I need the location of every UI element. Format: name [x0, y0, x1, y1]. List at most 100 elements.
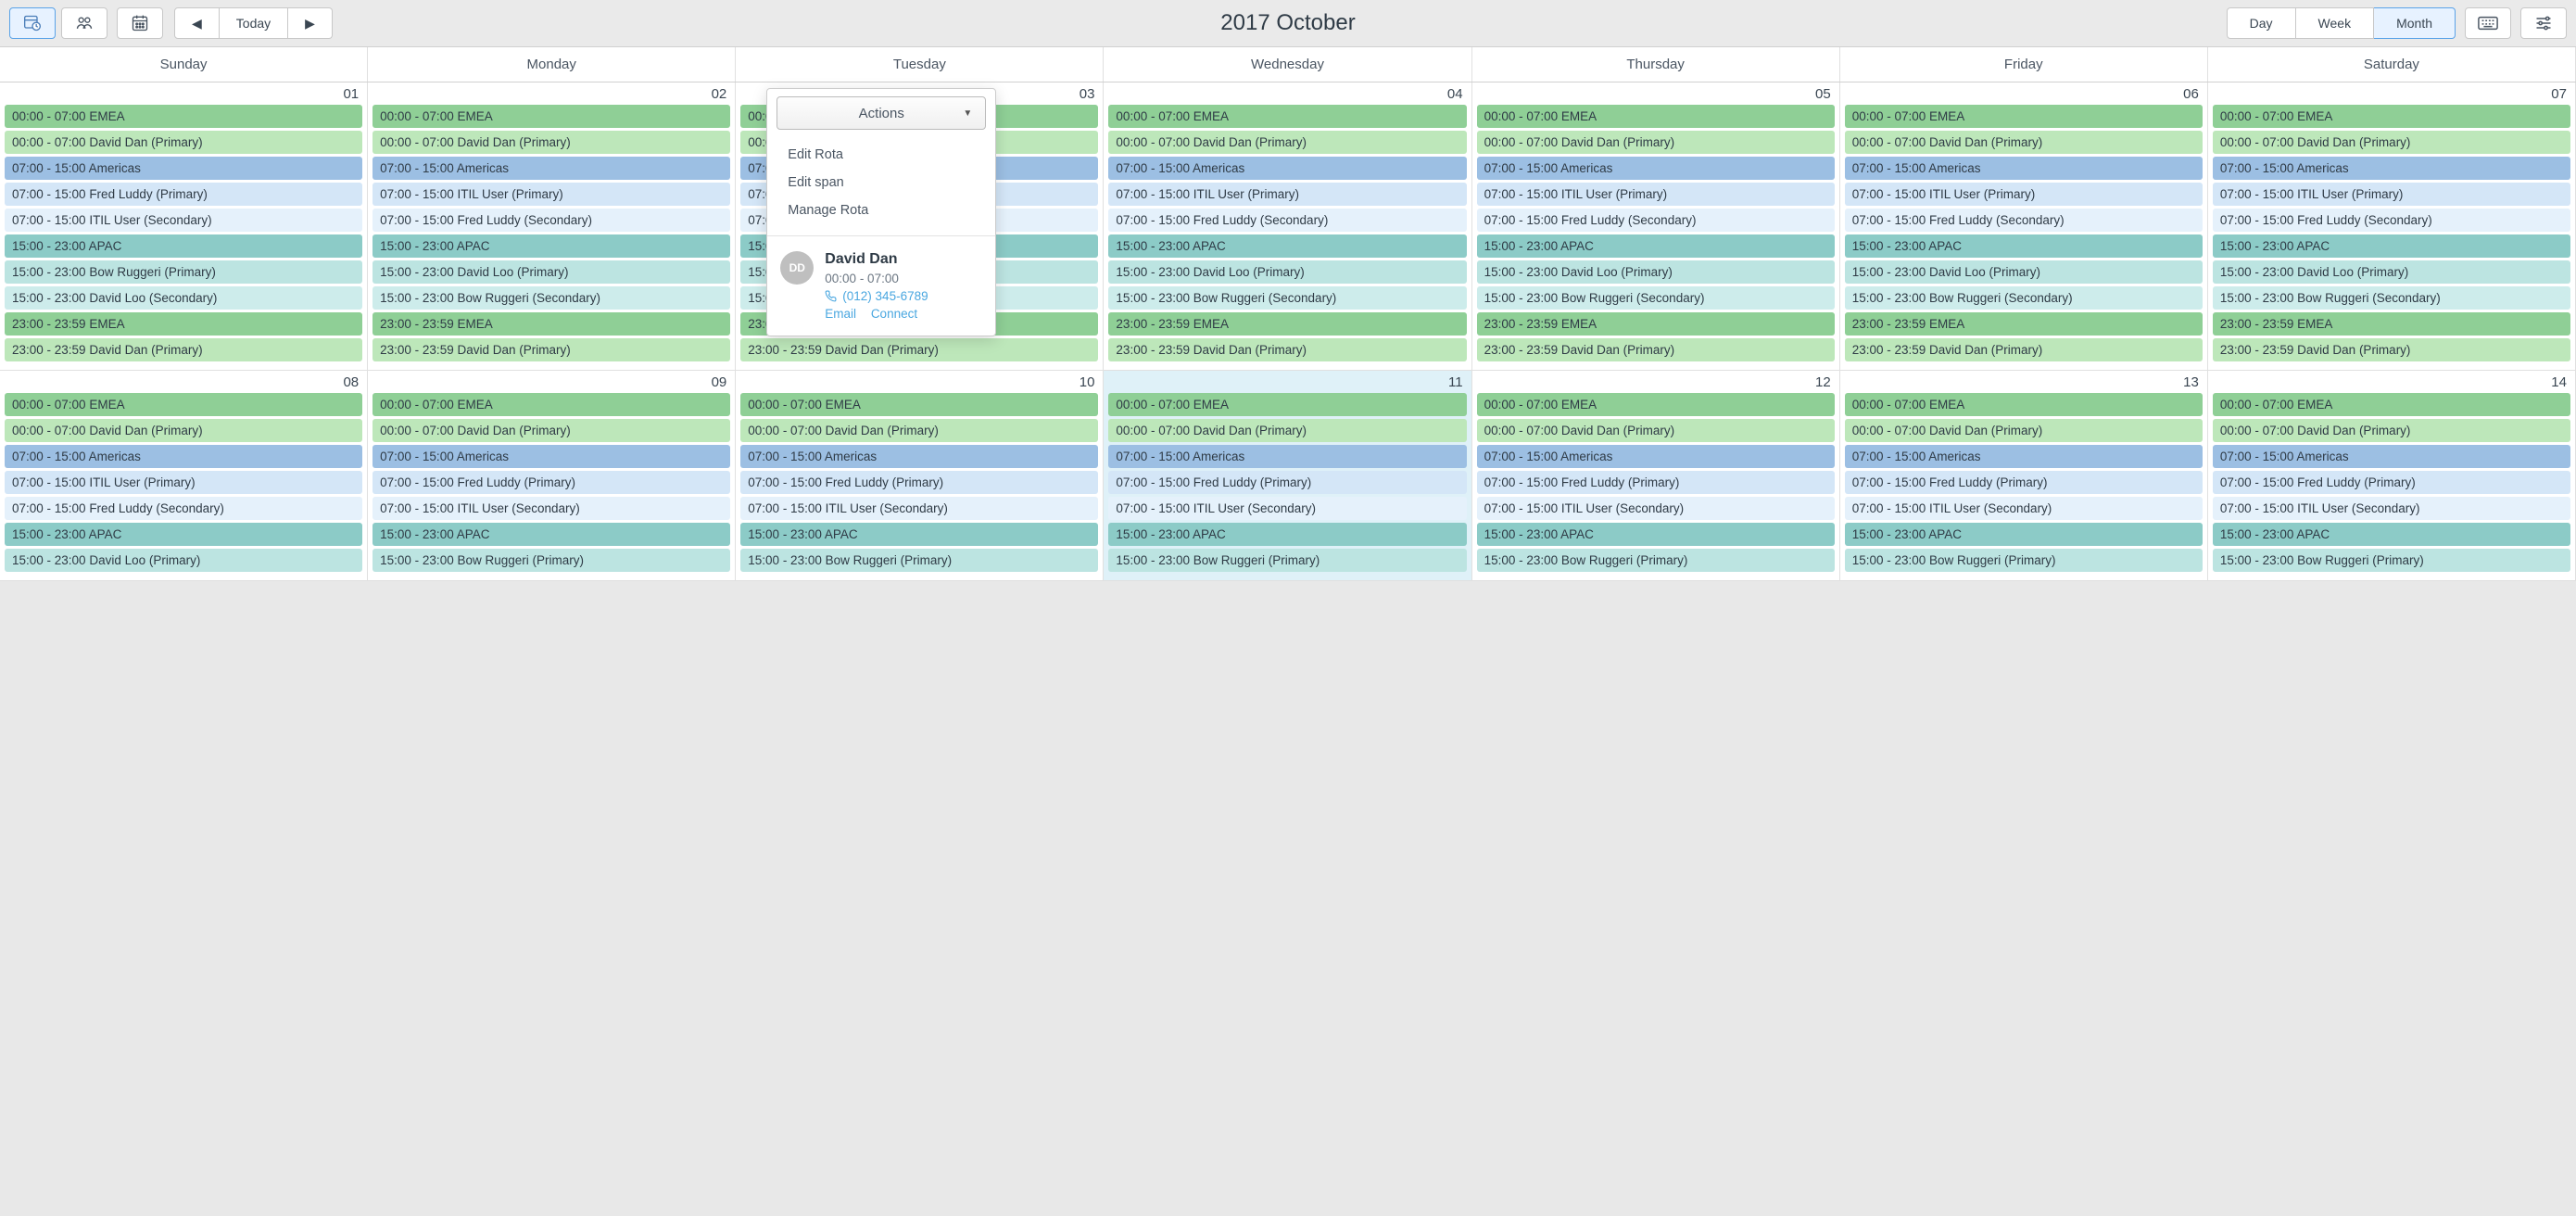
- calendar-event[interactable]: 07:00 - 15:00 Americas: [2213, 157, 2570, 180]
- calendar-event[interactable]: 00:00 - 07:00 EMEA: [1108, 105, 1466, 128]
- calendar-event[interactable]: 15:00 - 23:00 Bow Ruggeri (Primary): [1845, 549, 2203, 572]
- calendar-event[interactable]: 07:00 - 15:00 ITIL User (Secondary): [2213, 497, 2570, 520]
- view-week-button[interactable]: Week: [2296, 7, 2375, 39]
- calendar-event[interactable]: 07:00 - 15:00 Fred Luddy (Secondary): [5, 497, 362, 520]
- calendar-event[interactable]: 00:00 - 07:00 David Dan (Primary): [1477, 419, 1835, 442]
- calendar-event[interactable]: 07:00 - 15:00 Fred Luddy (Primary): [740, 471, 1098, 494]
- calendar-event[interactable]: 15:00 - 23:00 Bow Ruggeri (Secondary): [373, 286, 730, 310]
- calendar-event[interactable]: 15:00 - 23:00 Bow Ruggeri (Primary): [1108, 549, 1466, 572]
- calendar-event[interactable]: 07:00 - 15:00 Americas: [1845, 445, 2203, 468]
- calendar-event[interactable]: 15:00 - 23:00 APAC: [2213, 234, 2570, 258]
- calendar-event[interactable]: 15:00 - 23:00 Bow Ruggeri (Secondary): [1845, 286, 2203, 310]
- calendar-event[interactable]: 15:00 - 23:00 Bow Ruggeri (Primary): [5, 260, 362, 284]
- calendar-event[interactable]: 15:00 - 23:00 APAC: [1477, 234, 1835, 258]
- calendar-event[interactable]: 15:00 - 23:00 APAC: [5, 234, 362, 258]
- calendar-event[interactable]: 00:00 - 07:00 EMEA: [1477, 105, 1835, 128]
- calendar-event[interactable]: 07:00 - 15:00 Fred Luddy (Primary): [5, 183, 362, 206]
- calendar-event[interactable]: 15:00 - 23:00 APAC: [1108, 234, 1466, 258]
- calendar-event[interactable]: 07:00 - 15:00 ITIL User (Secondary): [1477, 497, 1835, 520]
- calendar-event[interactable]: 00:00 - 07:00 EMEA: [5, 393, 362, 416]
- actions-dropdown-button[interactable]: Actions ▼: [777, 96, 986, 130]
- calendar-event[interactable]: 15:00 - 23:00 APAC: [1108, 523, 1466, 546]
- calendar-event[interactable]: 07:00 - 15:00 Americas: [1477, 157, 1835, 180]
- calendar-event[interactable]: 15:00 - 23:00 David Loo (Primary): [1477, 260, 1835, 284]
- calendar-event[interactable]: 07:00 - 15:00 Fred Luddy (Secondary): [373, 209, 730, 232]
- calendar-event[interactable]: 00:00 - 07:00 David Dan (Primary): [5, 419, 362, 442]
- calendar-event[interactable]: 23:00 - 23:59 EMEA: [1108, 312, 1466, 336]
- menu-item-edit-rota[interactable]: Edit Rota: [767, 141, 995, 169]
- view-month-button[interactable]: Month: [2374, 7, 2456, 39]
- day-cell[interactable]: 1000:00 - 07:00 EMEA00:00 - 07:00 David …: [736, 371, 1104, 581]
- calendar-event[interactable]: 15:00 - 23:00 APAC: [5, 523, 362, 546]
- settings-sliders-icon-button[interactable]: [2520, 7, 2567, 39]
- calendar-event[interactable]: 23:00 - 23:59 David Dan (Primary): [2213, 338, 2570, 361]
- calendar-event[interactable]: 15:00 - 23:00 David Loo (Primary): [1845, 260, 2203, 284]
- day-cell[interactable]: 1300:00 - 07:00 EMEA00:00 - 07:00 David …: [1840, 371, 2208, 581]
- calendar-event[interactable]: 07:00 - 15:00 Americas: [1108, 445, 1466, 468]
- calendar-event[interactable]: 15:00 - 23:00 David Loo (Primary): [373, 260, 730, 284]
- calendar-event[interactable]: 07:00 - 15:00 Americas: [373, 445, 730, 468]
- calendar-event[interactable]: 00:00 - 07:00 David Dan (Primary): [1477, 131, 1835, 154]
- calendar-event[interactable]: 07:00 - 15:00 ITIL User (Secondary): [740, 497, 1098, 520]
- keyboard-icon-button[interactable]: [2465, 7, 2511, 39]
- view-people-icon-button[interactable]: [61, 7, 107, 39]
- calendar-event[interactable]: 00:00 - 07:00 EMEA: [373, 105, 730, 128]
- calendar-event[interactable]: 15:00 - 23:00 David Loo (Primary): [5, 549, 362, 572]
- day-cell[interactable]: 1100:00 - 07:00 EMEA00:00 - 07:00 David …: [1104, 371, 1471, 581]
- calendar-event[interactable]: 15:00 - 23:00 Bow Ruggeri (Primary): [1477, 549, 1835, 572]
- calendar-event[interactable]: 07:00 - 15:00 Fred Luddy (Secondary): [1477, 209, 1835, 232]
- day-cell[interactable]: 0600:00 - 07:00 EMEA00:00 - 07:00 David …: [1840, 82, 2208, 371]
- person-email-link[interactable]: Email: [825, 307, 856, 321]
- calendar-event[interactable]: 07:00 - 15:00 ITIL User (Secondary): [5, 209, 362, 232]
- calendar-event[interactable]: 15:00 - 23:00 APAC: [2213, 523, 2570, 546]
- calendar-event[interactable]: 07:00 - 15:00 Fred Luddy (Secondary): [2213, 209, 2570, 232]
- calendar-event[interactable]: 07:00 - 15:00 Americas: [1108, 157, 1466, 180]
- calendar-event[interactable]: 15:00 - 23:00 APAC: [1477, 523, 1835, 546]
- calendar-event[interactable]: 23:00 - 23:59 EMEA: [1845, 312, 2203, 336]
- calendar-event[interactable]: 00:00 - 07:00 EMEA: [1477, 393, 1835, 416]
- calendar-event[interactable]: 07:00 - 15:00 ITIL User (Secondary): [373, 497, 730, 520]
- calendar-event[interactable]: 07:00 - 15:00 Americas: [5, 445, 362, 468]
- calendar-event[interactable]: 15:00 - 23:00 David Loo (Primary): [1108, 260, 1466, 284]
- calendar-event[interactable]: 23:00 - 23:59 David Dan (Primary): [740, 338, 1098, 361]
- calendar-event[interactable]: 15:00 - 23:00 Bow Ruggeri (Primary): [740, 549, 1098, 572]
- calendar-event[interactable]: 23:00 - 23:59 David Dan (Primary): [5, 338, 362, 361]
- day-cell[interactable]: 0100:00 - 07:00 EMEA00:00 - 07:00 David …: [0, 82, 368, 371]
- calendar-event[interactable]: 00:00 - 07:00 David Dan (Primary): [2213, 419, 2570, 442]
- calendar-picker-icon-button[interactable]: [117, 7, 163, 39]
- calendar-event[interactable]: 15:00 - 23:00 Bow Ruggeri (Secondary): [1108, 286, 1466, 310]
- view-schedule-icon-button[interactable]: [9, 7, 56, 39]
- calendar-event[interactable]: 00:00 - 07:00 EMEA: [2213, 393, 2570, 416]
- day-cell[interactable]: 1400:00 - 07:00 EMEA00:00 - 07:00 David …: [2208, 371, 2576, 581]
- calendar-event[interactable]: 23:00 - 23:59 David Dan (Primary): [1477, 338, 1835, 361]
- calendar-event[interactable]: 15:00 - 23:00 APAC: [1845, 234, 2203, 258]
- calendar-event[interactable]: 23:00 - 23:59 David Dan (Primary): [1108, 338, 1466, 361]
- calendar-event[interactable]: 07:00 - 15:00 Fred Luddy (Secondary): [1108, 209, 1466, 232]
- calendar-event[interactable]: 15:00 - 23:00 APAC: [740, 523, 1098, 546]
- calendar-event[interactable]: 00:00 - 07:00 David Dan (Primary): [740, 419, 1098, 442]
- person-connect-link[interactable]: Connect: [871, 307, 917, 321]
- calendar-event[interactable]: 00:00 - 07:00 EMEA: [2213, 105, 2570, 128]
- calendar-event[interactable]: 15:00 - 23:00 Bow Ruggeri (Secondary): [2213, 286, 2570, 310]
- person-phone[interactable]: (012) 345-6789: [825, 289, 928, 303]
- calendar-event[interactable]: 00:00 - 07:00 EMEA: [373, 393, 730, 416]
- calendar-event[interactable]: 15:00 - 23:00 David Loo (Primary): [2213, 260, 2570, 284]
- calendar-event[interactable]: 07:00 - 15:00 Americas: [373, 157, 730, 180]
- calendar-event[interactable]: 15:00 - 23:00 APAC: [373, 523, 730, 546]
- day-cell[interactable]: 0500:00 - 07:00 EMEA00:00 - 07:00 David …: [1472, 82, 1840, 371]
- calendar-event[interactable]: 07:00 - 15:00 ITIL User (Primary): [1108, 183, 1466, 206]
- calendar-event[interactable]: 07:00 - 15:00 ITIL User (Primary): [373, 183, 730, 206]
- calendar-event[interactable]: 07:00 - 15:00 Americas: [740, 445, 1098, 468]
- calendar-event[interactable]: 00:00 - 07:00 David Dan (Primary): [5, 131, 362, 154]
- calendar-event[interactable]: 23:00 - 23:59 David Dan (Primary): [1845, 338, 2203, 361]
- calendar-event[interactable]: 07:00 - 15:00 Americas: [5, 157, 362, 180]
- calendar-event[interactable]: 23:00 - 23:59 EMEA: [1477, 312, 1835, 336]
- calendar-event[interactable]: 07:00 - 15:00 Fred Luddy (Primary): [373, 471, 730, 494]
- calendar-event[interactable]: 07:00 - 15:00 ITIL User (Secondary): [1108, 497, 1466, 520]
- view-day-button[interactable]: Day: [2227, 7, 2296, 39]
- day-cell[interactable]: 0200:00 - 07:00 EMEA00:00 - 07:00 David …: [368, 82, 736, 371]
- calendar-event[interactable]: 00:00 - 07:00 David Dan (Primary): [373, 131, 730, 154]
- day-cell[interactable]: 0400:00 - 07:00 EMEA00:00 - 07:00 David …: [1104, 82, 1471, 371]
- calendar-event[interactable]: 00:00 - 07:00 EMEA: [1108, 393, 1466, 416]
- calendar-event[interactable]: 00:00 - 07:00 EMEA: [740, 393, 1098, 416]
